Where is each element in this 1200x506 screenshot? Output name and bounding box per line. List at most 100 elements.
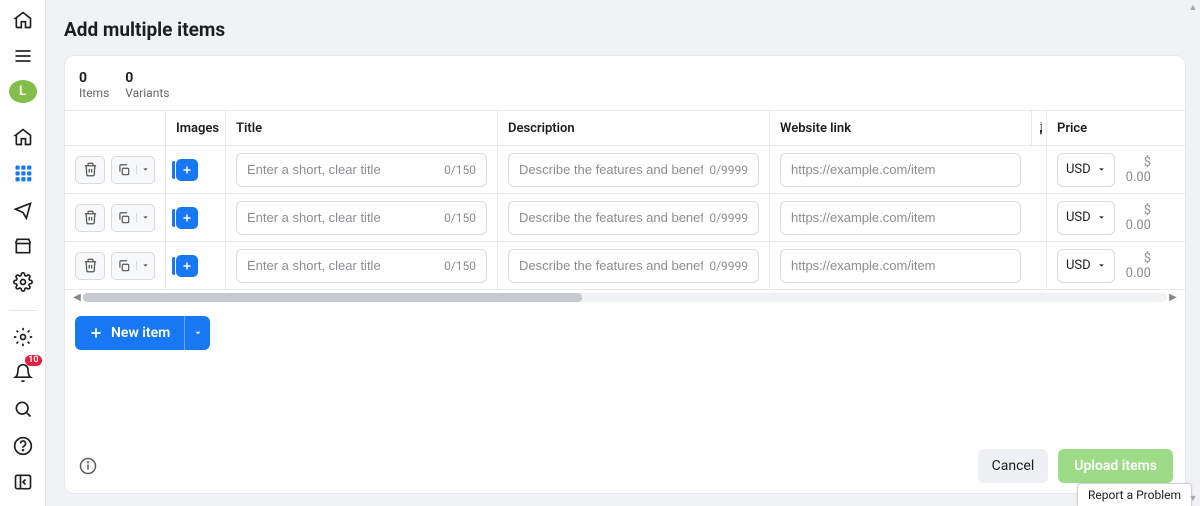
hscroll-track[interactable] [83, 293, 1167, 302]
description-input[interactable] [519, 162, 703, 177]
duplicate-row-button[interactable] [111, 252, 155, 280]
counter-variants-label: Variants [125, 86, 169, 100]
copy-icon [112, 259, 136, 273]
nav-menu-icon[interactable] [8, 44, 38, 68]
counter-variants: 0 Variants [125, 70, 169, 100]
duplicate-row-button[interactable] [111, 156, 155, 184]
title-input-wrap: 0/150 [236, 201, 487, 235]
chevron-down-icon [136, 165, 154, 174]
below-table-toolbar: New item [65, 304, 1185, 350]
page-vscroll[interactable]: ▲ ▼ [1186, 0, 1200, 506]
hscroll-thumb[interactable] [83, 293, 582, 302]
currency-select[interactable]: USD [1057, 153, 1115, 187]
copy-icon [112, 211, 136, 225]
hscroll-right-icon[interactable]: ▶ [1167, 292, 1179, 303]
cancel-button[interactable]: Cancel [978, 449, 1049, 483]
title-input[interactable] [247, 162, 438, 177]
hscroll-left-icon[interactable]: ◀ [71, 292, 83, 303]
table-row: 0/150 0/9999 USD $ 0.00 [65, 194, 1185, 242]
description-input-wrap: 0/9999 [508, 153, 759, 187]
chevron-down-icon [1097, 213, 1106, 222]
description-input-wrap: 0/9999 [508, 249, 759, 283]
title-input-wrap: 0/150 [236, 153, 487, 187]
upload-items-button[interactable]: Upload items [1058, 449, 1173, 483]
nav-catalog-icon[interactable] [8, 161, 38, 185]
title-char-counter: 0/150 [444, 163, 476, 177]
delete-row-button[interactable] [75, 156, 105, 184]
add-image-button[interactable] [176, 207, 198, 229]
duplicate-row-button[interactable] [111, 204, 155, 232]
nav-help-icon[interactable] [8, 434, 38, 458]
nav-settings-icon[interactable] [8, 270, 38, 294]
new-item-dropdown[interactable] [184, 316, 210, 350]
nav-shop-icon[interactable] [8, 234, 38, 258]
report-problem-button[interactable]: Report a Problem [1077, 483, 1192, 506]
nav-search-icon[interactable] [8, 397, 38, 421]
copy-icon [112, 163, 136, 177]
nav-home-top-icon[interactable] [8, 8, 38, 32]
description-input[interactable] [519, 258, 703, 273]
currency-select[interactable]: USD [1057, 201, 1115, 235]
title-input[interactable] [247, 258, 438, 273]
add-image-button[interactable] [176, 159, 198, 181]
nav-avatar[interactable]: L [9, 80, 37, 103]
new-item-button[interactable]: New item [75, 325, 184, 341]
col-price: Price [1046, 111, 1161, 145]
description-input-wrap: 0/9999 [508, 201, 759, 235]
counter-items: 0 Items [79, 70, 109, 100]
add-image-button[interactable] [176, 255, 198, 277]
description-input[interactable] [519, 210, 703, 225]
nav-gear-bottom-icon[interactable] [8, 325, 38, 349]
vscroll-down-icon[interactable]: ▼ [1189, 493, 1198, 504]
currency-select[interactable]: USD [1057, 249, 1115, 283]
delete-row-button[interactable] [75, 204, 105, 232]
chevron-down-icon [136, 213, 154, 222]
title-char-counter: 0/150 [444, 259, 476, 273]
new-item-button-group: New item [75, 316, 210, 350]
col-title: Title [225, 111, 497, 145]
nav-home-icon[interactable] [8, 125, 38, 149]
col-description: Description [497, 111, 769, 145]
items-card: 0 Items 0 Variants Images Title Descript… [64, 55, 1186, 494]
title-input-wrap: 0/150 [236, 249, 487, 283]
table-row: 0/150 0/9999 USD $ 0.00 [65, 242, 1185, 290]
counter-variants-value: 0 [125, 70, 169, 86]
col-images: Images [165, 111, 225, 145]
nav-promote-icon[interactable] [8, 197, 38, 221]
notifications-badge: 10 [25, 355, 41, 366]
col-website: Website link [769, 111, 1031, 145]
main-area: Add multiple items 0 Items 0 Variants Im… [46, 0, 1200, 506]
chevron-down-icon [136, 261, 154, 270]
price-value: $ 0.00 [1121, 251, 1151, 281]
description-char-counter: 0/9999 [709, 163, 748, 177]
currency-value: USD [1066, 210, 1091, 225]
card-footer: Cancel Upload items [65, 439, 1185, 493]
new-item-label: New item [111, 325, 170, 341]
title-char-counter: 0/150 [444, 211, 476, 225]
description-char-counter: 0/9999 [709, 211, 748, 225]
website-input-wrap [780, 201, 1021, 235]
website-input[interactable] [791, 258, 1010, 273]
delete-row-button[interactable] [75, 252, 105, 280]
nav-notifications-icon[interactable]: 10 [8, 361, 38, 385]
website-input-wrap [780, 249, 1021, 283]
currency-value: USD [1066, 162, 1091, 177]
chevron-down-icon [1097, 165, 1106, 174]
counter-items-label: Items [79, 86, 109, 100]
price-value: $ 0.00 [1121, 155, 1151, 185]
table-row: 0/150 0/9999 USD $ 0.00 [65, 146, 1185, 194]
currency-value: USD [1066, 258, 1091, 273]
footer-info-icon[interactable] [77, 455, 99, 477]
website-input[interactable] [791, 162, 1010, 177]
counters-row: 0 Items 0 Variants [65, 56, 1185, 110]
counter-items-value: 0 [79, 70, 109, 86]
table-hscroll[interactable]: ◀ ▶ [65, 290, 1185, 304]
website-input[interactable] [791, 210, 1010, 225]
nav-collapse-icon[interactable] [8, 470, 38, 494]
table-header: Images Title Description Website link i … [65, 110, 1185, 146]
side-nav: L 10 [0, 0, 46, 506]
page-title: Add multiple items [64, 18, 1186, 41]
vscroll-up-icon[interactable]: ▲ [1189, 2, 1198, 13]
title-input[interactable] [247, 210, 438, 225]
description-char-counter: 0/9999 [709, 259, 748, 273]
